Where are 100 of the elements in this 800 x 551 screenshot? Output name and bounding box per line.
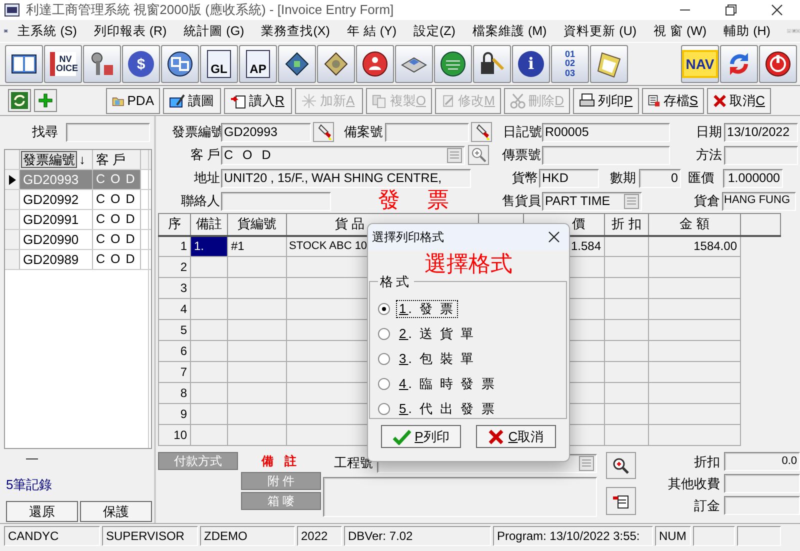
text-field[interactable]: 13/10/2022: [724, 122, 798, 142]
cross-icon: [488, 428, 504, 445]
menu-item[interactable]: 視 窗 (W): [654, 24, 707, 38]
option-label[interactable]: 2. 送 貨 單: [396, 325, 479, 343]
menu-item[interactable]: 檔案維護 (M): [472, 24, 547, 38]
list-cell[interactable]: C O D: [93, 210, 141, 229]
lookup-field[interactable]: PART TIME: [542, 192, 642, 210]
toolbar-button[interactable]: NAV: [681, 45, 719, 83]
zoom-button[interactable]: [468, 145, 489, 165]
number-field[interactable]: [724, 496, 800, 515]
list-cell[interactable]: GD20989: [20, 250, 93, 269]
column-header: 金 額: [680, 216, 710, 232]
toolbar-label: GL: [207, 50, 231, 78]
toolbar-button[interactable]: [759, 45, 797, 83]
menu-item[interactable]: 年 結 (Y): [346, 24, 396, 38]
option-label[interactable]: 5. 代 出 發 票: [396, 400, 500, 418]
list-cell[interactable]: GD20993: [20, 170, 93, 189]
menu-item[interactable]: 統計圖 (G): [184, 24, 244, 38]
torch-icon: [474, 124, 490, 140]
import-button[interactable]: [606, 487, 636, 515]
list-cell[interactable]: GD20991: [20, 210, 93, 229]
toolbar-button[interactable]: [278, 45, 316, 83]
text-field[interactable]: [221, 192, 331, 210]
torch-button[interactable]: [471, 122, 492, 142]
option-label[interactable]: 1. 發 票: [396, 300, 458, 318]
list-button[interactable]: 保護: [80, 500, 152, 522]
toolbar-button[interactable]: i: [512, 45, 550, 83]
toolbar-button[interactable]: [590, 45, 628, 83]
radio-button[interactable]: [378, 402, 390, 415]
toolbar-button[interactable]: 存檔S: [642, 88, 704, 114]
option-label[interactable]: 4. 臨 時 發 票: [396, 375, 500, 393]
radio-button[interactable]: [378, 352, 390, 365]
radio-button[interactable]: [378, 302, 390, 315]
toolbar-button[interactable]: [317, 45, 355, 83]
text-field[interactable]: R00005: [542, 122, 670, 142]
menu-item[interactable]: 資料更新 (U): [564, 24, 637, 38]
toolbar-button[interactable]: PDA: [106, 88, 160, 114]
list-cell[interactable]: GD20990: [20, 230, 93, 249]
toolbar-button[interactable]: [434, 45, 472, 83]
list-cell[interactable]: GD20992: [20, 190, 93, 209]
number-field[interactable]: 1.000000: [723, 168, 783, 188]
list-cell[interactable]: C O D: [93, 250, 141, 269]
toolbar-button[interactable]: GL: [200, 45, 238, 83]
toolbar-button[interactable]: 讀圖: [163, 88, 221, 114]
restore-icon[interactable]: [725, 4, 737, 16]
toolbar-button[interactable]: $: [122, 45, 160, 83]
option-label[interactable]: 3. 包 裝 單: [396, 350, 479, 368]
toolbar-label: 01 02 03: [564, 50, 576, 78]
cancel-button[interactable]: C取消: [476, 425, 556, 448]
row-number: 8: [158, 382, 190, 404]
menu-item[interactable]: 列印報表 (R): [94, 24, 167, 38]
list-button[interactable]: 還原: [6, 500, 78, 522]
field-label: 地址: [193, 170, 220, 186]
number-field[interactable]: 0.0: [724, 452, 800, 471]
torch-button[interactable]: [313, 122, 334, 142]
number-field[interactable]: 0: [639, 168, 681, 188]
toolbar-button[interactable]: [395, 45, 433, 83]
radio-button[interactable]: [378, 378, 390, 390]
zoom-in-button[interactable]: [606, 452, 636, 479]
toolbar-button[interactable]: [356, 45, 394, 83]
column-header[interactable]: 客 戶: [93, 150, 141, 169]
toolbar-button[interactable]: NV OICE: [44, 45, 82, 83]
field-label: 貨倉: [693, 193, 720, 209]
toolbar-button[interactable]: 讀入R: [224, 88, 292, 114]
text-field[interactable]: HKD: [539, 168, 599, 188]
table-cell[interactable]: #1: [228, 236, 286, 256]
number-field[interactable]: [724, 474, 800, 493]
toolbar-button[interactable]: [473, 45, 511, 83]
text-field[interactable]: [724, 146, 798, 164]
add-button[interactable]: [34, 89, 57, 112]
menu-item[interactable]: 主系統 (S): [18, 24, 77, 38]
text-field[interactable]: [385, 122, 469, 142]
text-field[interactable]: UNIT20 , 15/F., WAH SHING CENTRE,: [221, 168, 471, 188]
table-cell[interactable]: 1584.00: [648, 236, 740, 256]
notes-field[interactable]: [323, 477, 597, 517]
field-label: 數期: [609, 170, 636, 186]
zoom-in-icon: [612, 456, 630, 474]
text-field[interactable]: GD20993: [221, 122, 311, 142]
toolbar-button[interactable]: [5, 45, 43, 83]
search-field[interactable]: [66, 122, 150, 142]
print-button[interactable]: P列印: [381, 425, 461, 448]
lookup-field[interactable]: C O D: [221, 146, 465, 164]
toolbar-button[interactable]: [161, 45, 199, 83]
dialog-heading: 選擇格式: [424, 252, 514, 278]
list-cell[interactable]: C O D: [93, 190, 141, 209]
menu-item[interactable]: 設定(Z): [414, 24, 456, 38]
refresh-button[interactable]: [8, 89, 31, 112]
tab[interactable]: 備 註: [241, 452, 321, 470]
close-icon[interactable]: [771, 4, 783, 16]
list-cell[interactable]: C O D: [93, 230, 141, 249]
menu-item[interactable]: 輔助 (H): [724, 24, 770, 38]
text-field[interactable]: HANG FUNG: [722, 192, 796, 210]
menu-item[interactable]: 業務查找(X): [261, 24, 330, 38]
text-field[interactable]: [542, 146, 670, 164]
toolbar-button[interactable]: AP: [239, 45, 277, 83]
toolbar-button[interactable]: 列印P: [573, 88, 639, 114]
list-cell[interactable]: C O D: [93, 170, 141, 189]
toolbar-button[interactable]: 取消C: [707, 88, 771, 114]
toolbar-button[interactable]: 01 02 03: [551, 45, 589, 83]
radio-button[interactable]: [378, 328, 390, 340]
